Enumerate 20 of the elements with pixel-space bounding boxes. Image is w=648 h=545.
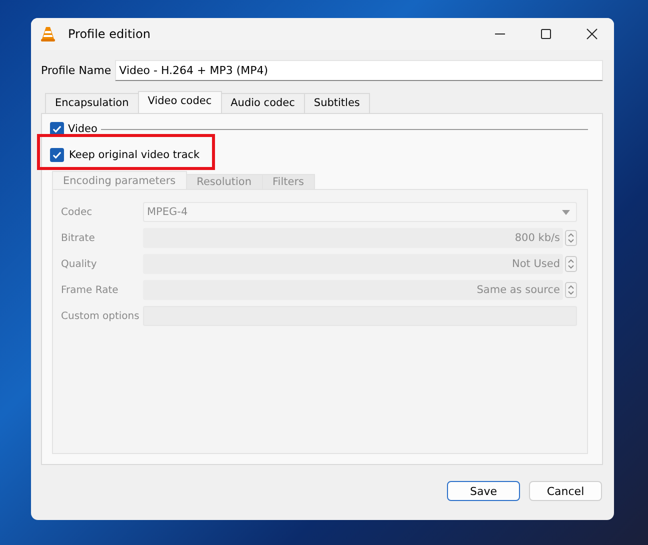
tab[interactable]: Encapsulation [45,93,139,113]
tab[interactable]: Subtitles [304,93,370,113]
field-label: Bitrate [61,232,96,244]
tab[interactable]: Video codec [138,91,222,113]
checkbox-label: Video [68,123,98,135]
dialog-button[interactable]: Save [447,481,520,501]
field-label: Quality [61,258,98,270]
checkbox[interactable] [50,148,64,162]
profile-name-label: Profile Name [41,64,112,77]
checkbox-label: Keep original video track [69,149,200,161]
close-icon[interactable] [586,28,598,40]
field-label: Frame Rate [61,284,120,296]
field-label: Codec [61,206,94,218]
maximize-icon[interactable] [540,28,552,40]
field-label: Custom options [61,310,140,322]
profile-name-field[interactable]: Video - H.264 + MP3 (MP4) [115,60,603,81]
caret-icon [562,210,570,214]
window-title: Profile edition [68,27,150,41]
traffic-cone-icon [40,26,56,42]
dialog-button[interactable]: Cancel [529,481,602,501]
